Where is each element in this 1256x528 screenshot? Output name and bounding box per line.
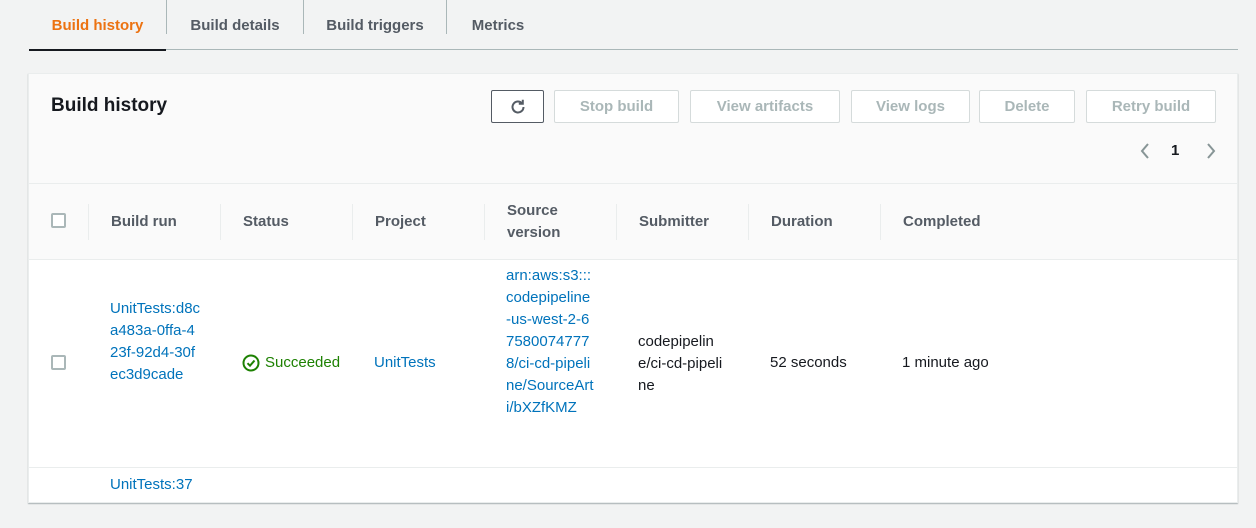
column-divider xyxy=(220,204,221,240)
completed-text: 1 minute ago xyxy=(902,354,989,371)
status-badge: Succeeded xyxy=(242,352,340,374)
tab-label: Build details xyxy=(190,16,280,34)
source-version-link[interactable]: arn:aws:s3:::codepipeline-us-west-2-6758… xyxy=(506,265,594,419)
select-all-checkbox[interactable] xyxy=(51,213,66,228)
previous-page-button[interactable] xyxy=(1135,138,1155,164)
stop-build-button[interactable]: Stop build xyxy=(554,90,679,123)
tab-label: Build triggers xyxy=(326,16,424,34)
build-history-panel: Build history Stop build View artifacts … xyxy=(28,73,1238,503)
chevron-left-icon xyxy=(1140,143,1149,159)
column-submitter[interactable]: Submitter xyxy=(639,184,739,260)
retry-build-button[interactable]: Retry build xyxy=(1086,90,1216,123)
delete-button[interactable]: Delete xyxy=(979,90,1075,123)
tab-build-history[interactable]: Build history xyxy=(29,0,166,51)
refresh-button[interactable] xyxy=(491,90,544,123)
column-divider xyxy=(88,204,89,240)
build-run-link[interactable]: UnitTests:d8ca483a-0ffa-423f-92d4-30fec3… xyxy=(110,298,202,386)
tab-build-triggers[interactable]: Build triggers xyxy=(304,0,446,50)
column-divider xyxy=(616,204,617,240)
row-checkbox[interactable] xyxy=(51,355,66,370)
column-project[interactable]: Project xyxy=(375,184,475,260)
status-text: Succeeded xyxy=(265,354,341,371)
column-divider xyxy=(352,204,353,240)
panel-title: Build history xyxy=(51,95,168,116)
chevron-right-icon xyxy=(1207,143,1216,159)
project-link[interactable]: UnitTests xyxy=(374,352,436,374)
next-page-button[interactable] xyxy=(1201,138,1221,164)
column-source-version[interactable]: Source version xyxy=(507,184,569,260)
page-number[interactable]: 1 xyxy=(1171,142,1179,159)
tab-label: Build history xyxy=(51,16,144,34)
column-build-run[interactable]: Build run xyxy=(111,184,211,260)
table-header: Build run Status Project Source version … xyxy=(29,184,1237,260)
tab-bar: Build history Build details Build trigge… xyxy=(29,0,1238,51)
column-divider xyxy=(880,204,881,240)
build-run-link[interactable]: UnitTests:37 xyxy=(110,474,202,496)
tab-label: Metrics xyxy=(471,16,525,34)
column-status[interactable]: Status xyxy=(243,184,343,260)
tab-build-details[interactable]: Build details xyxy=(167,0,303,50)
tab-metrics[interactable]: Metrics xyxy=(447,0,549,50)
panel-header: Build history Stop build View artifacts … xyxy=(29,74,1237,184)
check-circle-icon xyxy=(242,354,260,372)
table-row: UnitTests:37 xyxy=(29,468,1237,528)
refresh-icon xyxy=(511,99,524,113)
pagination: 1 xyxy=(1135,138,1225,164)
table-row: UnitTests:d8ca483a-0ffa-423f-92d4-30fec3… xyxy=(29,260,1237,468)
duration-text: 52 seconds xyxy=(770,354,847,371)
column-divider xyxy=(484,204,485,240)
view-artifacts-button[interactable]: View artifacts xyxy=(690,90,840,123)
column-divider xyxy=(748,204,749,240)
view-logs-button[interactable]: View logs xyxy=(851,90,970,123)
submitter-text: codepipeline/ci-cd-pipeline xyxy=(638,333,723,394)
column-duration[interactable]: Duration xyxy=(771,184,871,260)
column-completed[interactable]: Completed xyxy=(903,184,1023,260)
